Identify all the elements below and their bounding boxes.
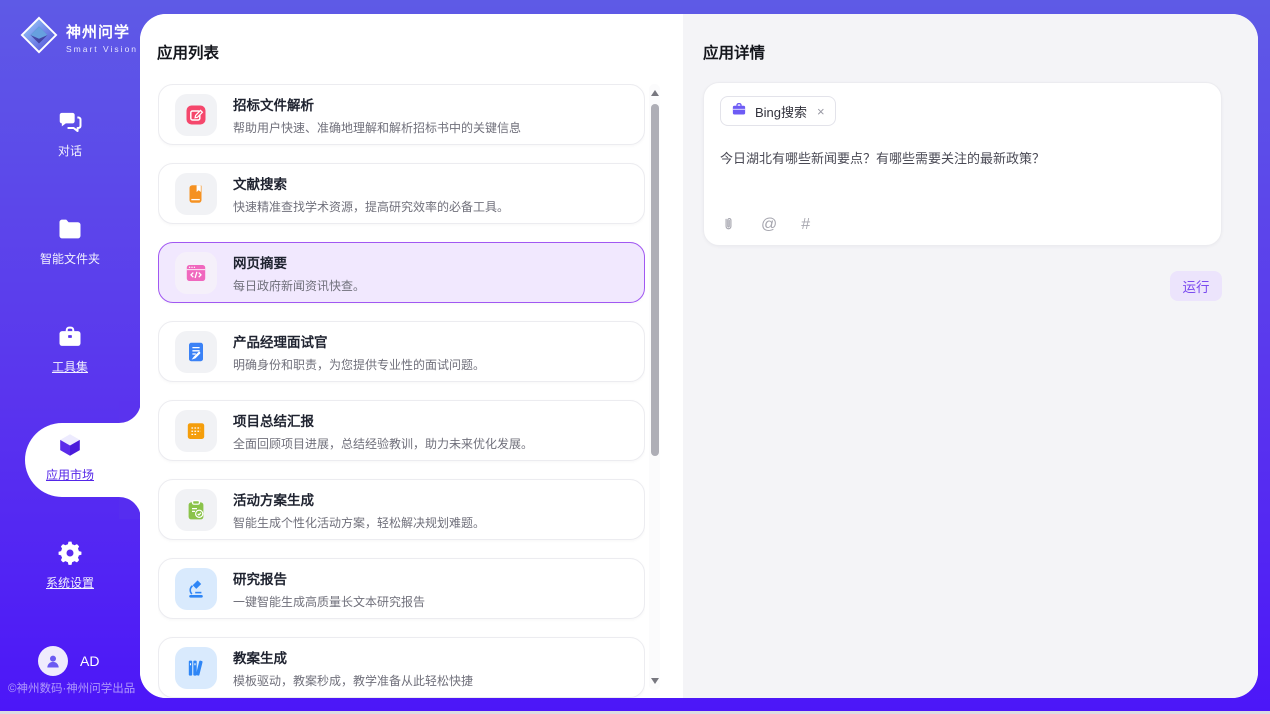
brand-subtitle: Smart Vision bbox=[66, 44, 138, 54]
app-card-title: 招标文件解析 bbox=[233, 94, 521, 114]
user-initials: AD bbox=[80, 653, 99, 669]
sidebar-item-2[interactable]: 工具集 bbox=[0, 322, 140, 380]
app-card-desc: 智能生成个性化活动方案，轻松解决规划难题。 bbox=[233, 514, 485, 531]
query-text[interactable]: 今日湖北有哪些新闻要点？有哪些需要关注的最新政策？ bbox=[720, 149, 1205, 169]
run-button[interactable]: 运行 bbox=[1170, 271, 1222, 301]
book-icon bbox=[175, 173, 217, 215]
app-card[interactable]: 教案生成 模板驱动，教案秒成，教学准备从此轻松快捷 bbox=[158, 637, 645, 698]
briefcase-icon bbox=[56, 322, 84, 352]
sidebar-nav: 对话 智能文件夹 工具集 应用市场 系统设置 bbox=[0, 106, 140, 646]
app-detail-title: 应用详情 bbox=[703, 41, 765, 63]
app-card[interactable]: 产品经理面试官 明确身份和职责，为您提供专业性的面试问题。 bbox=[158, 321, 645, 382]
app-detail-panel: 应用详情 Bing搜索 × 今日湖北有哪些新闻要点？有哪些需要关注的最新政策？ … bbox=[683, 14, 1258, 698]
microscope-icon bbox=[175, 568, 217, 610]
tag-close-icon[interactable]: × bbox=[817, 104, 825, 119]
app-card[interactable]: 文献搜索 快速精准查找学术资源，提高研究效率的必备工具。 bbox=[158, 163, 645, 224]
note-icon bbox=[175, 410, 217, 452]
app-card-title: 文献搜索 bbox=[233, 173, 509, 193]
books-icon bbox=[175, 647, 217, 689]
app-list-panel: 应用列表 招标文件解析 帮助用户快速、准确地理解和解析招标书中的关键信息 文献搜… bbox=[140, 14, 683, 698]
sidebar: 神州问学 Smart Vision 对话 智能文件夹 工具集 应用市场 系统设置… bbox=[0, 0, 140, 714]
cube-icon bbox=[56, 430, 84, 460]
app-card-desc: 全面回顾项目进展，总结经验教训，助力未来优化发展。 bbox=[233, 435, 533, 452]
edit-square-icon bbox=[175, 94, 217, 136]
clipboard-check-icon bbox=[175, 489, 217, 531]
app-card-title: 产品经理面试官 bbox=[233, 331, 485, 351]
scroll-down-arrow-icon[interactable] bbox=[651, 678, 659, 684]
app-card-desc: 每日政府新闻资讯快查。 bbox=[233, 277, 365, 294]
app-list-title: 应用列表 bbox=[157, 41, 219, 63]
input-toolbar: @# bbox=[720, 216, 810, 233]
sidebar-item-4[interactable]: 系统设置 bbox=[0, 538, 140, 596]
copyright-footer: ©神州数码·神州问学出品 bbox=[8, 680, 148, 696]
paperclip-icon[interactable] bbox=[720, 216, 737, 233]
brand-name: 神州问学 bbox=[66, 21, 138, 42]
scrollbar-thumb[interactable] bbox=[651, 104, 659, 456]
app-card[interactable]: 项目总结汇报 全面回顾项目进展，总结经验教训，助力未来优化发展。 bbox=[158, 400, 645, 461]
app-card-desc: 明确身份和职责，为您提供专业性的面试问题。 bbox=[233, 356, 485, 373]
app-card-title: 研究报告 bbox=[233, 568, 425, 588]
folder-icon bbox=[56, 214, 84, 244]
sidebar-item-1[interactable]: 智能文件夹 bbox=[0, 214, 140, 272]
prompt-input-card[interactable]: Bing搜索 × 今日湖北有哪些新闻要点？有哪些需要关注的最新政策？ @# bbox=[703, 82, 1222, 246]
chat-icon bbox=[56, 106, 84, 136]
app-list: 招标文件解析 帮助用户快速、准确地理解和解析招标书中的关键信息 文献搜索 快速精… bbox=[158, 84, 645, 698]
tool-tag-bing-search[interactable]: Bing搜索 × bbox=[720, 96, 836, 126]
active-tab-fillet-top bbox=[119, 401, 141, 423]
scrollbar[interactable] bbox=[649, 84, 660, 690]
user-account[interactable]: AD bbox=[38, 646, 99, 676]
app-card[interactable]: 招标文件解析 帮助用户快速、准确地理解和解析招标书中的关键信息 bbox=[158, 84, 645, 145]
main-content: 应用列表 招标文件解析 帮助用户快速、准确地理解和解析招标书中的关键信息 文献搜… bbox=[140, 14, 1258, 698]
gear-icon bbox=[56, 538, 84, 568]
sidebar-item-0[interactable]: 对话 bbox=[0, 106, 140, 164]
app-card[interactable]: 研究报告 一键智能生成高质量长文本研究报告 bbox=[158, 558, 645, 619]
app-card[interactable]: 活动方案生成 智能生成个性化活动方案，轻松解决规划难题。 bbox=[158, 479, 645, 540]
app-card-title: 教案生成 bbox=[233, 647, 473, 667]
app-card-title: 活动方案生成 bbox=[233, 489, 485, 509]
app-card-desc: 帮助用户快速、准确地理解和解析招标书中的关键信息 bbox=[233, 119, 521, 136]
app-card-title: 网页摘要 bbox=[233, 252, 365, 272]
app-card[interactable]: 网页摘要 每日政府新闻资讯快查。 bbox=[158, 242, 645, 303]
diamond-logo-icon bbox=[20, 16, 58, 59]
app-window: 神州问学 Smart Vision 对话 智能文件夹 工具集 应用市场 系统设置… bbox=[0, 0, 1270, 714]
scroll-up-arrow-icon[interactable] bbox=[651, 90, 659, 96]
app-card-title: 项目总结汇报 bbox=[233, 410, 533, 430]
hash-icon[interactable]: # bbox=[801, 217, 810, 233]
brand-logo: 神州问学 Smart Vision bbox=[20, 16, 138, 59]
active-tab-fillet-bottom bbox=[119, 497, 141, 519]
browser-code-icon bbox=[175, 252, 217, 294]
tag-label: Bing搜索 bbox=[755, 102, 807, 121]
sidebar-item-3[interactable]: 应用市场 bbox=[0, 430, 140, 488]
briefcase-icon bbox=[731, 101, 747, 122]
app-card-desc: 一键智能生成高质量长文本研究报告 bbox=[233, 593, 425, 610]
app-card-desc: 模板驱动，教案秒成，教学准备从此轻松快捷 bbox=[233, 672, 473, 689]
at-icon[interactable]: @ bbox=[761, 217, 777, 233]
avatar[interactable] bbox=[38, 646, 68, 676]
app-card-desc: 快速精准查找学术资源，提高研究效率的必备工具。 bbox=[233, 198, 509, 215]
doc-pen-icon bbox=[175, 331, 217, 373]
